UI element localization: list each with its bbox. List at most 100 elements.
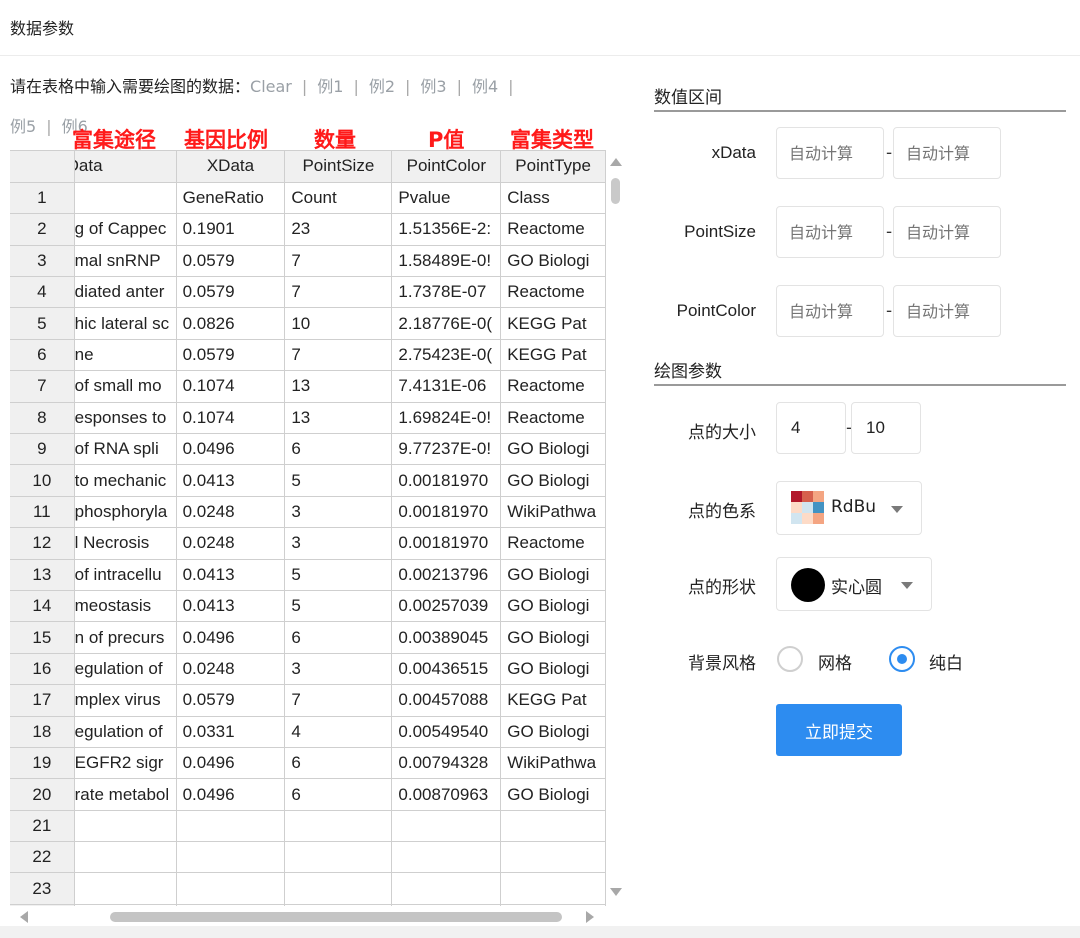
pointcolor-cell[interactable] xyxy=(391,872,502,905)
row-number-cell[interactable]: 10 xyxy=(10,464,75,497)
scroll-right-arrow-icon[interactable] xyxy=(586,911,594,923)
data-cell[interactable]: rate metabol xyxy=(74,778,177,811)
pointtype-cell[interactable]: GO Biologi xyxy=(500,590,606,623)
pointcolor-cell[interactable]: 7.4131E-06 xyxy=(391,370,502,403)
xdata-cell[interactable]: 0.0579 xyxy=(176,684,286,717)
data-cell[interactable]: to mechanic xyxy=(74,464,177,497)
pointsize-min-input[interactable] xyxy=(776,206,884,258)
xdata-cell[interactable] xyxy=(176,841,286,874)
pointcolor-cell[interactable]: 0.00181970 xyxy=(391,527,502,560)
data-cell[interactable]: egulation of xyxy=(74,716,177,748)
pointtype-cell[interactable]: KEGG Pat xyxy=(500,339,606,372)
pointsize-cell[interactable]: 6 xyxy=(284,747,393,780)
pointsize-cell[interactable]: 5 xyxy=(284,559,393,591)
xdata-max-input[interactable] xyxy=(893,127,1001,179)
row-number-cell[interactable]: 18 xyxy=(10,716,75,748)
xdata-cell[interactable]: 0.0413 xyxy=(176,464,286,497)
pointsize-cell[interactable]: 3 xyxy=(284,653,393,686)
pointsize-cell[interactable]: 5 xyxy=(284,464,393,497)
data-cell[interactable] xyxy=(74,810,177,843)
data-cell[interactable]: of small mo xyxy=(74,370,177,403)
xdata-cell[interactable]: 0.0413 xyxy=(176,590,286,623)
xdata-cell[interactable]: 0.0248 xyxy=(176,527,286,560)
pointsize-max-input[interactable] xyxy=(893,206,1001,258)
data-cell[interactable]: mplex virus xyxy=(74,684,177,717)
pointsize-cell[interactable]: 7 xyxy=(284,684,393,717)
row-number-cell[interactable]: 1 xyxy=(10,182,75,215)
horizontal-scroll-thumb[interactable] xyxy=(110,912,562,922)
scroll-down-arrow-icon[interactable] xyxy=(610,888,622,896)
pointcolor-cell[interactable] xyxy=(391,810,502,843)
row-number-cell[interactable]: 17 xyxy=(10,684,75,717)
column-header-data[interactable]: Data xyxy=(74,151,177,183)
data-cell[interactable]: ne xyxy=(74,339,177,372)
example-5-link[interactable]: 例5 xyxy=(10,117,36,136)
xdata-cell[interactable]: 0.1074 xyxy=(176,370,286,403)
pointcolor-cell[interactable]: 0.00870963 xyxy=(391,778,502,811)
row-number-cell[interactable]: 21 xyxy=(10,810,75,843)
column-header-pointcolor[interactable]: PointColor xyxy=(391,151,502,183)
color-scheme-select[interactable]: RdBu xyxy=(776,481,922,535)
column-header-xdata[interactable]: XData xyxy=(176,151,286,183)
point-size-min-input[interactable] xyxy=(776,402,846,454)
pointcolor-cell[interactable]: 0.00457088 xyxy=(391,684,502,717)
pointsize-cell[interactable]: 3 xyxy=(284,527,393,560)
xdata-cell[interactable]: 0.0826 xyxy=(176,307,286,340)
pointcolor-cell[interactable]: 0.00436515 xyxy=(391,653,502,686)
pointcolor-max-input[interactable] xyxy=(893,285,1001,337)
row-number-cell[interactable]: 5 xyxy=(10,307,75,340)
xdata-cell[interactable]: 0.0496 xyxy=(176,621,286,654)
data-cell[interactable]: n of precurs xyxy=(74,621,177,654)
row-number-cell[interactable]: 11 xyxy=(10,496,75,529)
xdata-cell[interactable] xyxy=(176,810,286,843)
background-white-label[interactable]: 纯白 xyxy=(929,649,963,674)
row-number-cell[interactable]: 7 xyxy=(10,370,75,403)
pointcolor-cell[interactable]: 0.00389045 xyxy=(391,621,502,654)
data-cell[interactable]: egulation of xyxy=(74,653,177,686)
row-number-cell[interactable]: 8 xyxy=(10,402,75,435)
pointtype-cell[interactable]: GO Biologi xyxy=(500,464,606,497)
pointtype-cell[interactable]: Class xyxy=(500,182,606,215)
pointsize-cell[interactable] xyxy=(284,810,393,843)
vertical-scrollbar[interactable] xyxy=(606,150,626,908)
pointcolor-cell[interactable]: 1.51356E-2: xyxy=(391,213,502,246)
pointtype-cell[interactable]: Reactome xyxy=(500,402,606,435)
example-4-link[interactable]: 例4 xyxy=(472,77,498,96)
pointtype-cell[interactable]: Reactome xyxy=(500,370,606,403)
row-number-cell[interactable]: 20 xyxy=(10,778,75,811)
data-cell[interactable]: of RNA spli xyxy=(74,433,177,466)
xdata-cell[interactable]: 0.0248 xyxy=(176,496,286,529)
xdata-cell[interactable]: 0.0579 xyxy=(176,245,286,278)
pointtype-cell[interactable]: Reactome xyxy=(500,527,606,560)
pointtype-cell[interactable]: GO Biologi xyxy=(500,433,606,466)
pointsize-cell[interactable] xyxy=(284,872,393,905)
pointsize-cell[interactable]: 5 xyxy=(284,590,393,623)
row-number-cell[interactable]: 19 xyxy=(10,747,75,780)
pointtype-cell[interactable]: GO Biologi xyxy=(500,245,606,278)
example-1-link[interactable]: 例1 xyxy=(317,77,343,96)
pointtype-cell[interactable] xyxy=(500,810,606,843)
xdata-cell[interactable] xyxy=(176,872,286,905)
corner-cell[interactable] xyxy=(10,151,75,183)
pointcolor-cell[interactable]: 0.00257039 xyxy=(391,590,502,623)
pointsize-cell[interactable]: 6 xyxy=(284,621,393,654)
row-number-cell[interactable]: 4 xyxy=(10,276,75,309)
pointsize-cell[interactable]: 23 xyxy=(284,213,393,246)
row-number-cell[interactable]: 16 xyxy=(10,653,75,686)
data-spreadsheet[interactable]: Data XData PointSize PointColor PointTyp… xyxy=(10,150,606,908)
data-cell[interactable]: mal snRNP xyxy=(74,245,177,278)
data-cell[interactable] xyxy=(74,872,177,905)
pointtype-cell[interactable]: GO Biologi xyxy=(500,778,606,811)
pointsize-cell[interactable]: 6 xyxy=(284,433,393,466)
pointsize-cell[interactable]: Count xyxy=(284,182,393,215)
xdata-cell[interactable]: 0.0248 xyxy=(176,653,286,686)
clear-link[interactable]: Clear xyxy=(250,77,292,96)
pointcolor-cell[interactable]: 1.69824E-0! xyxy=(391,402,502,435)
pointsize-cell[interactable]: 13 xyxy=(284,370,393,403)
row-number-cell[interactable]: 23 xyxy=(10,872,75,905)
xdata-cell[interactable]: 0.0579 xyxy=(176,339,286,372)
column-header-pointsize[interactable]: PointSize xyxy=(284,151,393,183)
pointtype-cell[interactable]: Reactome xyxy=(500,213,606,246)
data-cell[interactable]: l Necrosis xyxy=(74,527,177,560)
row-number-cell[interactable]: 9 xyxy=(10,433,75,466)
